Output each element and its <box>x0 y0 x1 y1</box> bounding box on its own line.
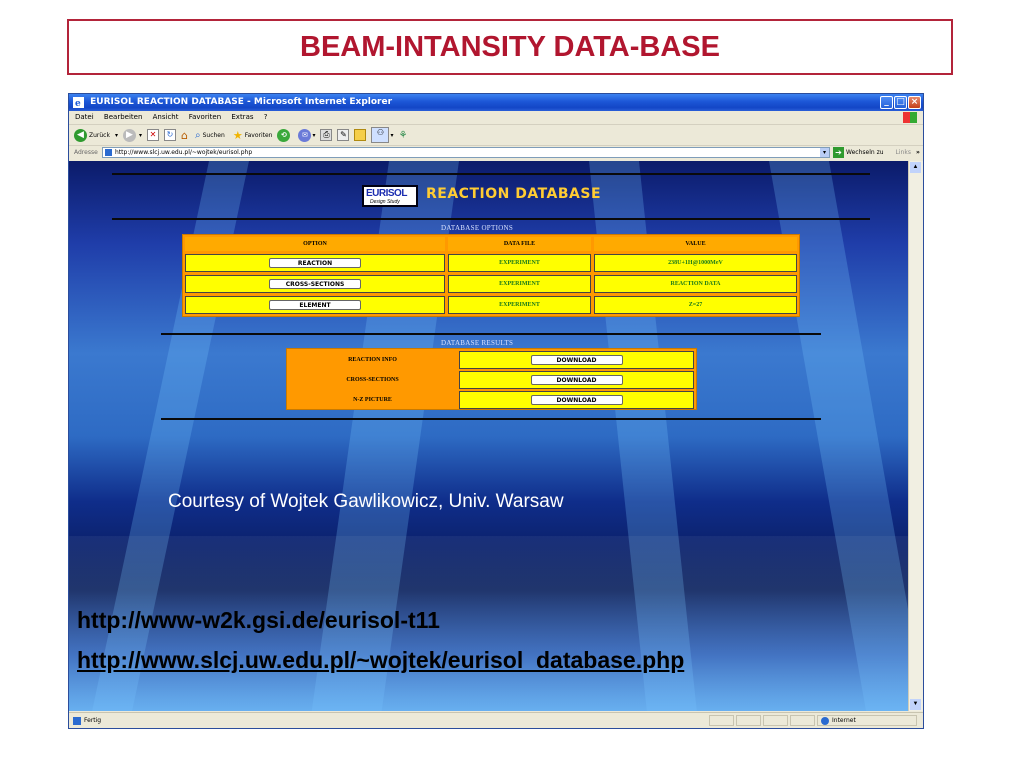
favorites-label: Favoriten <box>244 131 273 139</box>
menu-ansicht[interactable]: Ansicht <box>153 113 179 121</box>
results-label: DATABASE RESULTS <box>441 339 514 347</box>
header-option: OPTION <box>185 237 445 251</box>
address-url: http://www.slcj.uw.edu.pl/~wojtek/euriso… <box>115 149 253 156</box>
forward-arrow-icon: ▶ <box>122 128 136 142</box>
mail-icon[interactable]: ✉ <box>298 128 312 142</box>
edit-icon[interactable]: ✎ <box>337 129 350 141</box>
result-name: N-Z PICTURE <box>289 391 456 409</box>
address-dropdown-icon[interactable]: ▾ <box>820 148 829 157</box>
search-button[interactable]: ⌕ Suchen <box>195 130 225 141</box>
app-title: REACTION DATABASE <box>426 186 602 202</box>
status-bar: Fertig Internet <box>69 712 923 728</box>
maximize-button[interactable]: □ <box>894 96 907 109</box>
window-titlebar[interactable]: e EURISOL REACTION DATABASE - Microsoft … <box>69 94 923 111</box>
history-icon[interactable]: ⟲ <box>277 128 291 142</box>
eurisol-logo: EURISOL Design Study <box>362 185 418 207</box>
download-reaction-info-button[interactable]: DOWNLOAD <box>530 355 623 365</box>
value-cell: Z=27 <box>594 296 797 314</box>
result-name: CROSS-SECTIONS <box>289 371 456 389</box>
links-label[interactable]: Links <box>896 149 911 156</box>
menu-datei[interactable]: Datei <box>75 113 94 121</box>
download-nz-picture-button[interactable]: DOWNLOAD <box>530 395 623 405</box>
top-divider <box>112 173 870 175</box>
go-button[interactable]: ➔ Wechseln zu Links » <box>833 147 920 158</box>
scroll-up-icon[interactable]: ▲ <box>910 162 921 173</box>
slide-title: BEAM-INTANSITY DATA-BASE <box>67 19 953 75</box>
vertical-scrollbar[interactable]: ▲ ▼ <box>908 161 923 711</box>
header-data-file: DATA FILE <box>448 237 591 251</box>
stop-icon[interactable]: ✕ <box>147 129 159 141</box>
internet-globe-icon <box>821 717 829 725</box>
back-label: Zurück <box>89 131 110 139</box>
data-file-cell: EXPERIMENT <box>448 296 591 314</box>
back-arrow-icon: ◀ <box>74 128 87 142</box>
window-title: EURISOL REACTION DATABASE - Microsoft In… <box>90 97 393 107</box>
messenger-icon[interactable]: ⚇ <box>371 127 390 143</box>
option-cell: ELEMENT <box>185 296 445 314</box>
back-dropdown-icon: ▾ <box>114 131 118 139</box>
menu-bearbeiten[interactable]: Bearbeiten <box>104 113 142 121</box>
folder-icon[interactable] <box>354 129 367 141</box>
ie-icon: e <box>73 97 84 109</box>
data-file-cell: EXPERIMENT <box>448 254 591 272</box>
value-cell: 238U+1H@1000MeV <box>594 254 797 272</box>
scroll-down-icon[interactable]: ▼ <box>910 699 921 710</box>
menu-bar: Datei Bearbeiten Ansicht Favoriten Extra… <box>69 111 923 125</box>
download-cross-sections-button[interactable]: DOWNLOAD <box>530 375 623 385</box>
option-cell: REACTION <box>185 254 445 272</box>
links-chevron-icon[interactable]: » <box>916 149 920 156</box>
logo-subtext: Design Study <box>370 199 400 205</box>
search-label: Suchen <box>202 131 225 139</box>
minimize-button[interactable]: _ <box>880 96 893 109</box>
close-button[interactable]: × <box>908 96 921 109</box>
header-value: VALUE <box>594 237 797 251</box>
element-button[interactable]: ELEMENT <box>269 300 361 310</box>
page-icon <box>105 149 112 156</box>
status-text: Fertig <box>84 717 102 724</box>
courtesy-text: Courtesy of Wojtek Gawlikowicz, Univ. Wa… <box>168 491 564 512</box>
middle-divider <box>161 333 821 335</box>
results-table: REACTION INFO DOWNLOAD CROSS-SECTIONS DO… <box>286 348 697 410</box>
result-action-cell: DOWNLOAD <box>459 391 694 409</box>
favorites-button[interactable]: ★ Favoriten <box>233 129 273 142</box>
search-icon: ⌕ <box>194 129 201 141</box>
forward-button[interactable]: ▶ ▾ <box>122 128 142 142</box>
forward-dropdown-icon: ▾ <box>138 131 142 139</box>
menu-favoriten[interactable]: Favoriten <box>189 113 221 121</box>
options-label: DATABASE OPTIONS <box>441 224 514 232</box>
result-name: REACTION INFO <box>289 351 456 369</box>
options-table: OPTION DATA FILE VALUE REACTION EXPERIME… <box>182 234 800 317</box>
go-arrow-icon: ➔ <box>833 147 844 158</box>
address-label: Adresse <box>74 149 98 156</box>
address-bar: Adresse http://www.slcj.uw.edu.pl/~wojte… <box>69 146 923 160</box>
research-icon[interactable]: ⚘ <box>399 130 408 141</box>
header-divider <box>112 218 870 220</box>
print-icon[interactable]: ⎙ <box>320 129 333 141</box>
result-action-cell: DOWNLOAD <box>459 351 694 369</box>
menu-help[interactable]: ? <box>264 113 268 121</box>
result-action-cell: DOWNLOAD <box>459 371 694 389</box>
back-button[interactable]: ◀ Zurück ▾ <box>74 128 118 142</box>
data-file-cell: EXPERIMENT <box>448 275 591 293</box>
value-cell: REACTION DATA <box>594 275 797 293</box>
done-page-icon <box>73 717 81 725</box>
home-icon[interactable]: ⌂ <box>181 129 188 142</box>
menu-extras[interactable]: Extras <box>231 113 253 121</box>
logo-text: EURISOL <box>366 188 407 199</box>
refresh-icon[interactable]: ↻ <box>164 129 176 141</box>
option-cell: CROSS-SECTIONS <box>185 275 445 293</box>
gsi-link[interactable]: http://www-w2k.gsi.de/eurisol-t11 <box>77 607 440 634</box>
svg-text:e: e <box>75 99 81 108</box>
bottom-divider <box>161 418 821 420</box>
cross-sections-button[interactable]: CROSS-SECTIONS <box>269 279 361 289</box>
windows-flag-icon <box>903 112 917 123</box>
address-input[interactable]: http://www.slcj.uw.edu.pl/~wojtek/euriso… <box>102 147 830 158</box>
go-label: Wechseln zu <box>846 149 884 156</box>
zone-text: Internet <box>832 717 856 724</box>
reaction-button[interactable]: REACTION <box>269 258 361 268</box>
favorites-star-icon: ★ <box>232 128 243 142</box>
toolbar: ◀ Zurück ▾ ▶ ▾ ✕ ↻ ⌂ ⌕ Suchen ★ Favorite… <box>69 125 923 146</box>
slcj-link[interactable]: http://www.slcj.uw.edu.pl/~wojtek/euriso… <box>77 647 684 674</box>
